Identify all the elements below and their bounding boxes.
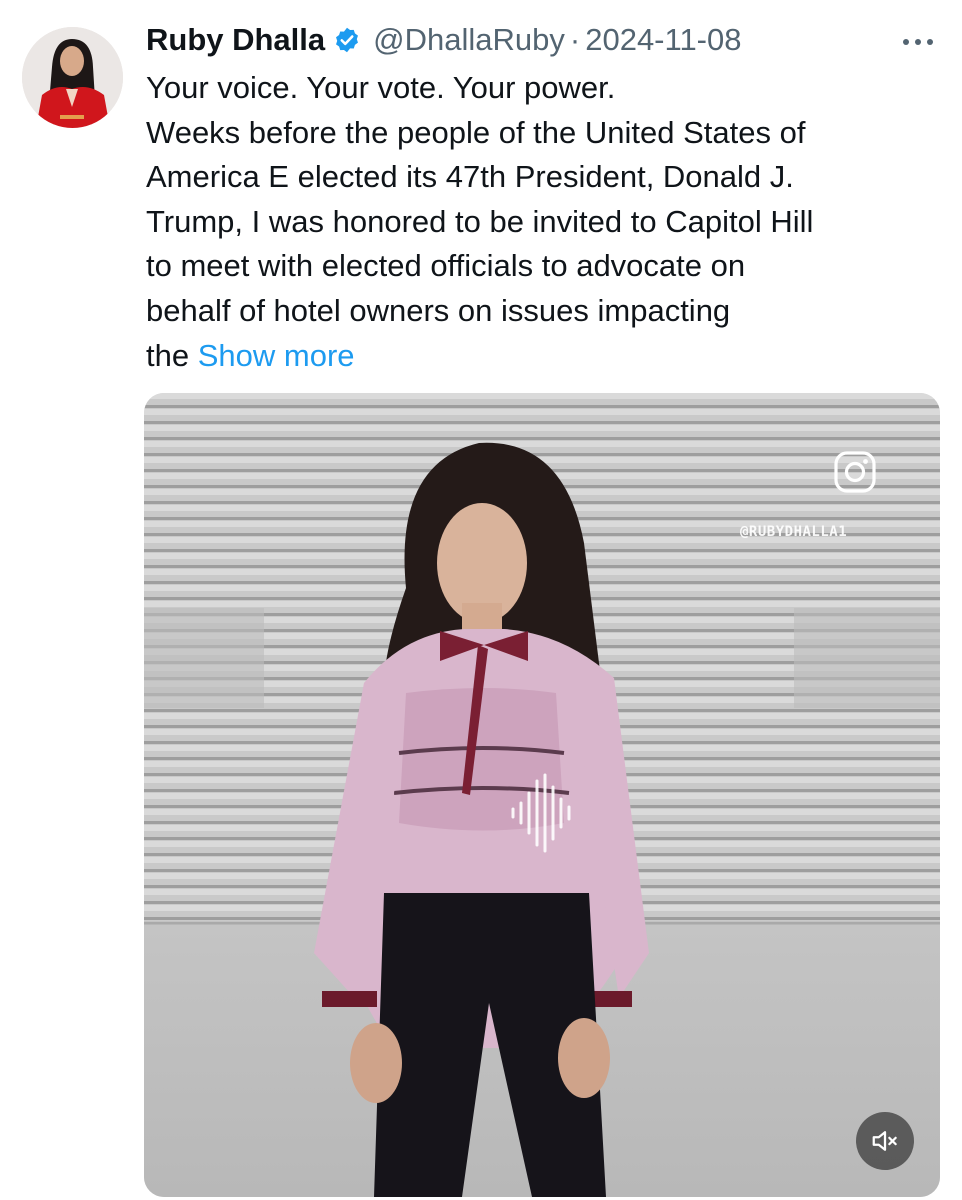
- author-handle[interactable]: @DhallaRuby: [373, 22, 565, 58]
- tweet-text-line: Weeks before the people of the United St…: [146, 114, 806, 150]
- more-options-icon[interactable]: [898, 27, 938, 57]
- speaker-muted-icon: [872, 1131, 897, 1151]
- instagram-icon: [833, 450, 877, 494]
- tweet-text: Your voice. Your vote. Your power. Weeks…: [146, 66, 936, 378]
- verified-badge-icon: [333, 26, 361, 54]
- tweet-header: Ruby Dhalla @DhallaRuby · 2024-11-08: [146, 18, 742, 62]
- tweet-text-line: Trump, I was honored to be invited to Ca…: [146, 203, 814, 239]
- tweet-video[interactable]: @RUBYDHALLA1: [144, 393, 940, 1197]
- tweet-text-line: behalf of hotel owners on issues impacti…: [146, 292, 731, 328]
- audio-wave-icon: [509, 773, 577, 853]
- tweet-text-tail: the: [146, 337, 198, 373]
- tweet-text-line-last: the Show more: [146, 334, 936, 379]
- instagram-watermark-handle: @RUBYDHALLA1: [740, 524, 848, 540]
- header-separator: ·: [569, 22, 581, 57]
- author-avatar[interactable]: [22, 27, 123, 128]
- show-more-link[interactable]: Show more: [198, 338, 355, 373]
- tweet-date[interactable]: 2024-11-08: [585, 22, 741, 58]
- mute-toggle-button[interactable]: [856, 1112, 914, 1170]
- tweet-text-line: America E elected its 47th President, Do…: [146, 159, 794, 195]
- tweet-text-line: Your voice. Your vote. Your power.: [146, 70, 616, 105]
- author-name[interactable]: Ruby Dhalla: [146, 22, 325, 58]
- avatar-image: [22, 27, 123, 128]
- tweet-text-line: to meet with elected officials to advoca…: [146, 248, 746, 284]
